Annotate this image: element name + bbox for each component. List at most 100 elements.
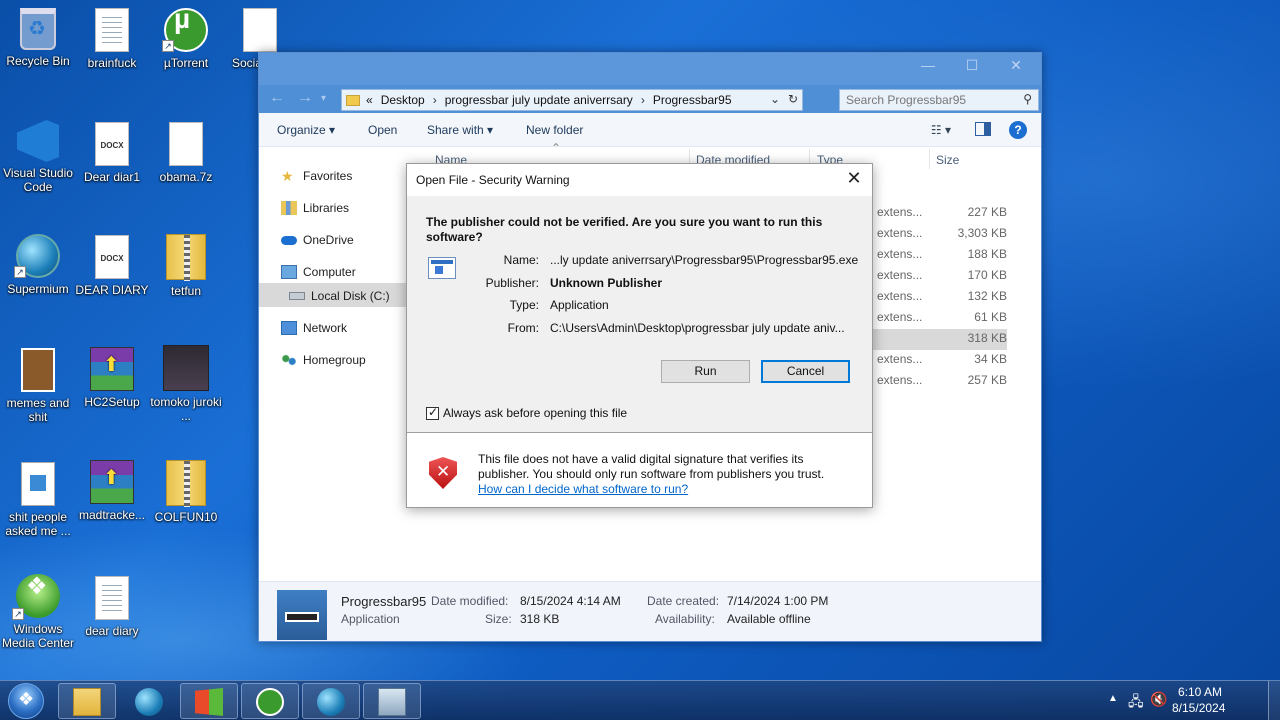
application-thumbnail-icon [277, 590, 327, 640]
recycle-bin-icon: ♻ [20, 8, 56, 50]
network-icon [281, 321, 297, 335]
desktop-icon-label: madtracke... [78, 508, 146, 522]
photo-thumbnail-icon [163, 345, 209, 391]
desktop-icon-madtracker[interactable]: ⬆ madtracke... [74, 460, 150, 522]
explorer-titlebar[interactable]: — ☐ ✕ [259, 53, 1041, 85]
dialog-warning-section: ✕ This file does not have a valid digita… [407, 433, 872, 507]
open-button[interactable]: Open [368, 123, 397, 137]
application-icon [428, 257, 456, 279]
help-link[interactable]: How can I decide what software to run? [478, 482, 688, 496]
file-row-selected[interactable]: n318 KB [867, 329, 1007, 350]
desktop-icon-label: tetfun [170, 284, 202, 298]
refresh-icon[interactable]: ↻ [788, 92, 798, 106]
file-row[interactable]: n extens... 132 KB [867, 287, 1007, 308]
nav-item-homegroup[interactable]: Homegroup [281, 353, 366, 367]
desktop-icon-tomoko[interactable]: tomoko juroki ... [148, 345, 224, 423]
desktop-icon-memes[interactable]: memes and shit [0, 348, 76, 424]
clock-date[interactable]: 8/15/2024 [1172, 701, 1225, 715]
desktop-icon-obama[interactable]: obama.7z [148, 122, 224, 184]
breadcrumb-overflow[interactable]: « [366, 93, 373, 107]
start-button[interactable]: ❖ [8, 683, 44, 719]
nav-item-favorites[interactable]: ★ Favorites [281, 169, 352, 183]
file-row[interactable]: n extens... 170 KB [867, 266, 1007, 287]
file-row[interactable]: n extens... 257 KB [867, 371, 1007, 392]
share-with-button[interactable]: Share with ▾ [427, 123, 493, 137]
desktop-icon-dear-diary-docx[interactable]: DOCX DEAR DIARY [74, 235, 150, 297]
windows-media-center-icon: ❖ ↗ [12, 574, 60, 620]
taskbar-utorrent[interactable] [241, 683, 299, 719]
column-divider[interactable] [929, 149, 930, 169]
nav-item-network[interactable]: Network [281, 321, 347, 335]
organize-button[interactable]: Organize ▾ [277, 123, 335, 137]
taskbar-file-explorer[interactable] [58, 683, 116, 719]
recent-locations-icon[interactable]: ▾ [321, 93, 326, 104]
taskbar-supermium[interactable] [120, 683, 178, 719]
image-file-icon [21, 348, 55, 392]
computer-icon [281, 265, 297, 279]
desktop-icon-recycle-bin[interactable]: ♻ Recycle Bin [0, 8, 76, 68]
desktop-icon-dear-diar1[interactable]: DOCX Dear diar1 [74, 122, 150, 184]
desktop-icon-supermium[interactable]: ↗ Supermium [0, 234, 76, 296]
text-document-icon [243, 8, 277, 52]
desktop-icon-vscode[interactable]: Visual Studio Code [0, 120, 76, 194]
desktop-icon-brainfuck[interactable]: brainfuck [74, 8, 150, 70]
details-size: 318 KB [520, 612, 560, 626]
desktop-icon-shit-people[interactable]: shit people asked me ... [0, 462, 76, 538]
column-header-size[interactable]: Size [936, 153, 959, 167]
address-dropdown-icon[interactable]: ⌄ [770, 92, 780, 106]
minimize-icon[interactable]: — [911, 57, 945, 74]
maximize-icon[interactable]: ☐ [955, 57, 989, 74]
close-icon[interactable]: ✕ [999, 57, 1033, 74]
text-document-icon [95, 8, 129, 52]
desktop-icon-dear-diary-doc[interactable]: dear diary [74, 576, 150, 638]
always-ask-label: Always ask before opening this file [443, 406, 628, 420]
volume-muted-icon[interactable]: 🔇 [1150, 691, 1167, 708]
details-date-created-label: Date created: [647, 594, 720, 608]
nav-item-libraries[interactable]: Libraries [281, 201, 349, 215]
breadcrumb-folder[interactable]: progressbar july update aniverrsary [445, 93, 633, 107]
back-arrow-icon[interactable]: ← [269, 89, 285, 107]
always-ask-checkbox-row[interactable]: Always ask before opening this file [426, 405, 628, 420]
breadcrumb-separator-icon[interactable]: › [433, 93, 437, 107]
forward-arrow-icon[interactable]: → [297, 89, 313, 107]
file-row[interactable]: n extens... 61 KB [867, 308, 1007, 329]
dialog-question: The publisher could not be verified. Are… [426, 215, 823, 244]
nav-item-onedrive[interactable]: OneDrive [281, 233, 354, 247]
preview-pane-icon[interactable] [975, 122, 991, 136]
desktop-icon-hc2setup[interactable]: ⬆ HC2Setup [74, 347, 150, 409]
file-row[interactable]: n extens... 3,303 KB [867, 224, 1007, 245]
desktop-icon-utorrent[interactable]: µ ↗ µTorrent [148, 5, 224, 70]
taskbar-app[interactable] [363, 683, 421, 719]
vscode-icon [17, 120, 59, 162]
file-row[interactable]: n extens... 34 KB [867, 350, 1007, 371]
network-icon[interactable]: 🖧 [1128, 691, 1144, 715]
cancel-button[interactable]: Cancel [761, 360, 850, 383]
always-ask-checkbox[interactable] [426, 405, 439, 420]
desktop-icon-tetfun[interactable]: tetfun [148, 234, 224, 298]
dialog-titlebar[interactable]: Open File - Security Warning ✕ [407, 164, 872, 196]
show-hidden-icons-icon[interactable]: ▲ [1108, 693, 1118, 704]
search-input[interactable]: Search Progressbar95 ⚲ [839, 89, 1039, 111]
help-icon[interactable]: ? [1009, 121, 1027, 139]
desktop-icon-wmc[interactable]: ❖ ↗ Windows Media Center [0, 574, 76, 650]
change-view-icon[interactable]: ☷ ▾ [931, 123, 951, 137]
nav-item-label: Computer [303, 265, 356, 279]
show-desktop-button[interactable] [1268, 681, 1280, 720]
taskbar-windows-app[interactable] [180, 683, 238, 719]
nav-item-label: OneDrive [303, 233, 354, 247]
run-button[interactable]: Run [661, 360, 750, 383]
address-bar[interactable]: « Desktop › progressbar july update aniv… [341, 89, 803, 111]
new-folder-button[interactable]: New folder [526, 123, 583, 137]
nav-item-computer[interactable]: Computer [281, 265, 356, 279]
file-row[interactable]: n extens... 188 KB [867, 245, 1007, 266]
file-row[interactable]: n extens... 227 KB [867, 203, 1007, 224]
breadcrumb-current[interactable]: Progressbar95 [653, 93, 732, 107]
taskbar-supermium-2[interactable] [302, 683, 360, 719]
breadcrumb-separator-icon[interactable]: › [641, 93, 645, 107]
breadcrumb-desktop[interactable]: Desktop [381, 93, 425, 107]
details-date-modified: 8/15/2024 4:14 AM [520, 594, 621, 608]
close-icon[interactable]: ✕ [844, 168, 864, 189]
nav-item-local-disk[interactable]: Local Disk (C:) [289, 289, 390, 303]
clock-time[interactable]: 6:10 AM [1178, 685, 1222, 699]
desktop-icon-colfun10[interactable]: COLFUN10 [148, 460, 224, 524]
